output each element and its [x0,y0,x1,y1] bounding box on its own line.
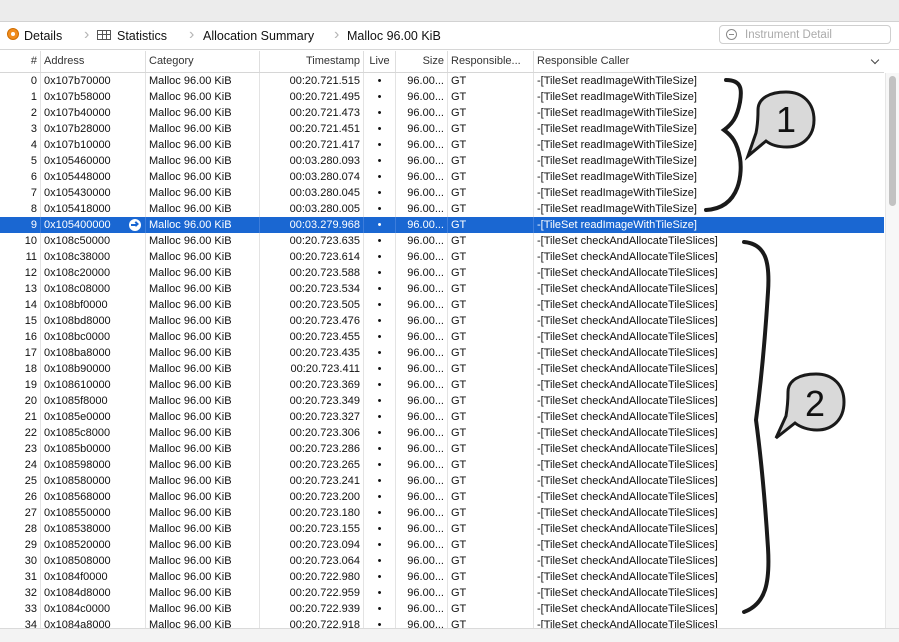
brace-1 [704,78,743,212]
brace-2 [742,240,771,614]
callout-1-label: 1 [776,99,796,140]
annotation-overlay: 1 2 [704,78,846,614]
callout-2-label: 2 [805,383,825,424]
